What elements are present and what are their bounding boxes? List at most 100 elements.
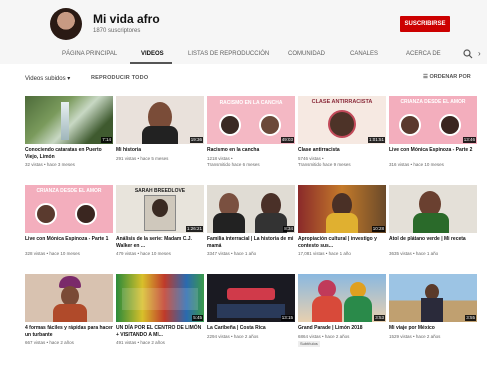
video-thumbnail[interactable]: 13:15 <box>207 274 295 322</box>
video-title[interactable]: Live con Mónica Espinoza - Parte 2 <box>389 147 477 154</box>
shirt-shape <box>421 298 443 322</box>
uploads-label: Videos subidos <box>25 76 66 82</box>
video-card[interactable]: Atol de plátano verde | Mi receta 3635 v… <box>389 185 477 273</box>
sign-shape <box>122 288 198 310</box>
video-thumbnail[interactable]: 5:45 <box>116 274 204 322</box>
video-thumbnail[interactable]: CRIANZA DESDE EL AMOR <box>25 185 113 233</box>
duration-badge: 13:15 <box>280 315 294 321</box>
video-thumbnail[interactable]: SARAH BREEDLOVE 1:26:21 <box>116 185 204 233</box>
video-thumbnail[interactable]: RACISMO EN LA CANCHA 49:03 <box>207 96 295 144</box>
sort-button[interactable]: ☰ ORDENAR POR <box>423 74 471 80</box>
video-title[interactable]: Análisis de la serie: Madam C.J. Walker … <box>116 236 204 249</box>
video-title[interactable]: Mi viaje por México <box>389 325 477 332</box>
video-card[interactable]: 3:53 Grand Parade | Limón 2018 6864 vist… <box>298 274 386 362</box>
video-thumbnail[interactable]: 7:14 <box>25 96 113 144</box>
person-shape <box>61 286 79 306</box>
duration-badge: 49:03 <box>280 137 294 143</box>
duration-badge: 1:01:51 <box>367 137 385 143</box>
video-card[interactable]: RACISMO EN LA CANCHA 49:03 Racismo en la… <box>207 96 295 184</box>
sort-label: ORDENAR POR <box>429 74 471 80</box>
video-card[interactable]: 7:14 Conociendo cataratas en Puerto Viej… <box>25 96 113 184</box>
shirt-shape <box>326 213 358 233</box>
tab-home[interactable]: PÁGINA PRINCIPAL <box>62 51 117 57</box>
video-title[interactable]: Clase antirracista <box>298 147 386 154</box>
shirt-shape <box>213 213 245 233</box>
channel-name[interactable]: Mi vida afro <box>93 12 160 26</box>
tab-community[interactable]: COMUNIDAD <box>288 51 325 57</box>
video-thumbnail[interactable] <box>25 274 113 322</box>
guest-avatar <box>75 203 97 225</box>
video-card[interactable]: 4 formas fáciles y rápidas para hacer un… <box>25 274 113 362</box>
video-meta: 3347 vistas • hace 1 año <box>207 251 257 256</box>
subscribe-button[interactable]: SUSCRIBIRSE <box>400 16 450 32</box>
tab-videos[interactable]: VIDEOS <box>141 51 164 57</box>
duration-badge: 8:34 <box>283 226 294 232</box>
video-card[interactable]: 3:55 Mi viaje por México 1529 vistas • h… <box>389 274 477 362</box>
video-meta-2: Transmitido hace 9 meses <box>298 162 351 167</box>
guest-avatar <box>399 114 421 136</box>
video-card[interactable]: 13:15 La Caribeña | Costa Rica 2294 vist… <box>207 274 295 362</box>
video-thumbnail[interactable]: 3:55 <box>389 274 477 322</box>
waterfall-shape <box>61 102 69 140</box>
play-all-button[interactable]: REPRODUCIR TODO <box>91 75 148 81</box>
uploads-dropdown[interactable]: Videos subidos ▾ <box>25 75 70 82</box>
guest-avatar <box>259 114 281 136</box>
shirt-shape <box>53 304 87 322</box>
video-title[interactable]: UN DÍA POR EL CENTRO DE LIMÓN + VISITAND… <box>116 325 204 338</box>
duration-badge: 10:28 <box>371 226 385 232</box>
duration-badge: 3:55 <box>465 315 476 321</box>
video-title[interactable]: Live con Mónica Espinoza - Parte 1 <box>25 236 113 243</box>
video-card[interactable]: SARAH BREEDLOVE 1:26:21 Análisis de la s… <box>116 185 204 273</box>
video-title[interactable]: Grand Parade | Limón 2018 <box>298 325 386 332</box>
video-card[interactable]: 8:34 Familia interracial | La historia d… <box>207 185 295 273</box>
tab-about[interactable]: ACERCA DE <box>406 51 441 57</box>
video-title[interactable]: Familia interracial | La historia de mi … <box>207 236 295 249</box>
costume-shape <box>344 296 372 322</box>
avatar[interactable] <box>50 8 82 40</box>
costume-shape <box>312 296 342 322</box>
subscriber-count: 1870 suscriptores <box>93 28 141 34</box>
storefront-shape <box>217 304 285 318</box>
thumbnail-caption: CRIANZA DESDE EL AMOR <box>400 99 466 105</box>
video-thumbnail[interactable]: 3:53 <box>298 274 386 322</box>
thumbnail-caption: RACISMO EN LA CANCHA <box>219 100 283 106</box>
video-title[interactable]: Atol de plátano verde | Mi receta <box>389 236 477 243</box>
videos-toolbar: Videos subidos ▾ REPRODUCIR TODO ☰ ORDEN… <box>0 70 487 86</box>
video-card[interactable]: 5:45 UN DÍA POR EL CENTRO DE LIMÓN + VIS… <box>116 274 204 362</box>
video-card[interactable]: CLASE ANTIRRACISTA 1:01:51 Clase antirra… <box>298 96 386 184</box>
video-card[interactable]: CRIANZA DESDE EL AMOR 13:46 Live con Món… <box>389 96 477 184</box>
video-thumbnail[interactable]: 8:34 <box>207 185 295 233</box>
search-icon[interactable] <box>463 49 473 59</box>
video-title[interactable]: La Caribeña | Costa Rica <box>207 325 295 332</box>
video-meta: 291 vistas • hace 5 meses <box>116 156 169 161</box>
video-card[interactable]: CRIANZA DESDE EL AMOR Live con Mónica Es… <box>25 185 113 273</box>
video-card[interactable]: 10:28 Apropiación cultural | investigo y… <box>298 185 386 273</box>
duration-badge: 5:45 <box>192 315 203 321</box>
chevron-right-icon[interactable]: › <box>478 49 481 58</box>
host-avatar <box>328 110 356 138</box>
tab-channels[interactable]: CANALES <box>350 51 378 57</box>
video-meta: 479 vistas • hace 10 meses <box>116 251 171 256</box>
video-thumbnail[interactable]: 10:28 <box>298 185 386 233</box>
video-meta: 6864 vistas • hace 2 años <box>298 334 350 339</box>
video-title[interactable]: 4 formas fáciles y rápidas para hacer un… <box>25 325 113 338</box>
video-title[interactable]: Conociendo cataratas en Puerto Viejo, Li… <box>25 147 113 160</box>
video-meta: 32 vistas • hace 3 meses <box>25 162 75 167</box>
video-meta: 17,081 vistas • hace 1 año <box>298 251 351 256</box>
video-title[interactable]: Racismo en la cancha <box>207 147 295 154</box>
video-meta-2: Transmitido hace 6 meses <box>207 162 260 167</box>
video-thumbnail[interactable] <box>389 185 477 233</box>
video-title[interactable]: Mi historia <box>116 147 204 154</box>
shirt-shape <box>255 213 287 233</box>
shirt-shape <box>413 213 449 233</box>
video-thumbnail[interactable]: 19:36 <box>116 96 204 144</box>
video-thumbnail[interactable]: CRIANZA DESDE EL AMOR 13:46 <box>389 96 477 144</box>
video-title[interactable]: Apropiación cultural | investigo y conte… <box>298 236 386 249</box>
tab-playlists[interactable]: LISTAS DE REPRODUCCIÓN <box>188 51 269 57</box>
video-thumbnail[interactable]: CLASE ANTIRRACISTA 1:01:51 <box>298 96 386 144</box>
video-meta: 5746 vistas • <box>298 156 324 161</box>
thumbnail-caption: CLASE ANTIRRACISTA <box>311 99 373 105</box>
duration-badge: 1:26:21 <box>185 226 203 232</box>
video-card[interactable]: 19:36 Mi historia 291 vistas • hace 5 me… <box>116 96 204 184</box>
subtitles-badge: Subtítulos <box>298 341 320 347</box>
